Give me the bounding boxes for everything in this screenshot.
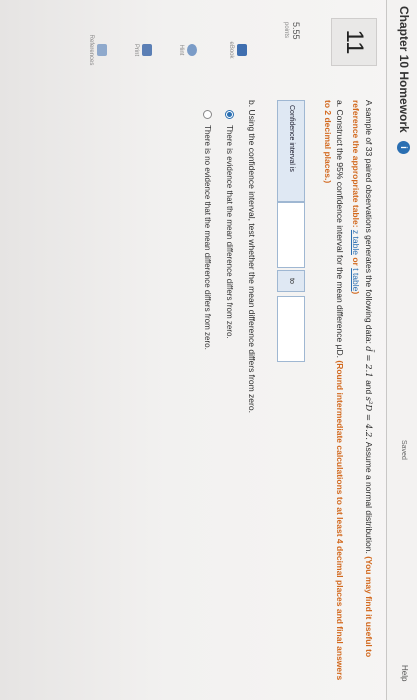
ci-label: Confidence interval is [277,100,305,202]
question-number: 11 [331,18,377,66]
help-link[interactable]: Help [400,665,409,681]
ci-upper-input[interactable] [277,296,305,362]
homework-page: Chapter 10 Homework i Saved Help 11 5.55… [0,0,417,700]
t-table-link[interactable]: t table [351,268,361,291]
or-text: or [351,257,361,266]
points-label: points [283,22,289,39]
print-icon [142,44,152,56]
sidebar-item-print[interactable]: Print [133,30,152,70]
option-evidence-label: There is evidence that the mean differen… [225,125,234,339]
option-no-evidence[interactable]: There is no evidence that the mean diffe… [202,110,212,350]
part-b-prompt: b. Using the confidence interval, test w… [247,100,257,413]
chapter-title: Chapter 10 Homework i [396,6,411,155]
saved-status: Saved [400,440,407,460]
info-icon[interactable]: i [396,141,410,155]
variance-value: s²D = 4.2. [363,396,373,440]
z-table-link[interactable]: z table [351,230,361,255]
chapter-title-text: Chapter 10 Homework [397,6,411,133]
option-evidence[interactable]: There is evidence that the mean differen… [224,110,234,339]
and-text: and [364,380,374,395]
book-icon [237,44,247,56]
part-a-text: a. Construct the 95% confidence interval… [335,100,345,358]
references-icon [97,44,107,56]
sidebar-item-references[interactable]: References [88,30,107,70]
problem-statement: A sample of 33 paired observations gener… [318,100,375,690]
photo-stage: Chapter 10 Homework i Saved Help 11 5.55… [0,0,417,700]
problem-intro: A sample of 33 paired observations gener… [350,100,375,690]
assumption-text: Assume a normal distribution. [364,441,374,554]
radio-unselected[interactable] [202,110,212,119]
top-bar: Chapter 10 Homework i Saved Help [386,0,417,700]
hint-close: ) [351,291,361,295]
sidebar-label-ebook: eBook [228,41,234,59]
dbar-value: d̄ = 2.1 [363,346,373,378]
part-a-prompt: a. Construct the 95% confidence interval… [322,100,346,690]
sidebar-label-print: Print [133,43,139,57]
radio-selected[interactable] [224,110,234,119]
hint-icon [187,44,197,56]
ci-lower-input[interactable] [277,202,305,268]
ci-to-label: to [277,270,305,292]
sidebar-item-hint[interactable]: Hint [178,30,197,70]
option-no-evidence-label: There is no evidence that the mean diffe… [203,125,212,350]
sidebar-label-hint: Hint [178,44,184,56]
question-points: 5.55 points [281,22,301,40]
intro-text: A sample of 33 paired observations gener… [364,100,374,344]
sidebar-item-ebook[interactable]: eBook [228,30,247,70]
points-value: 5.55 [291,22,301,40]
sidebar-label-references: References [88,34,94,66]
